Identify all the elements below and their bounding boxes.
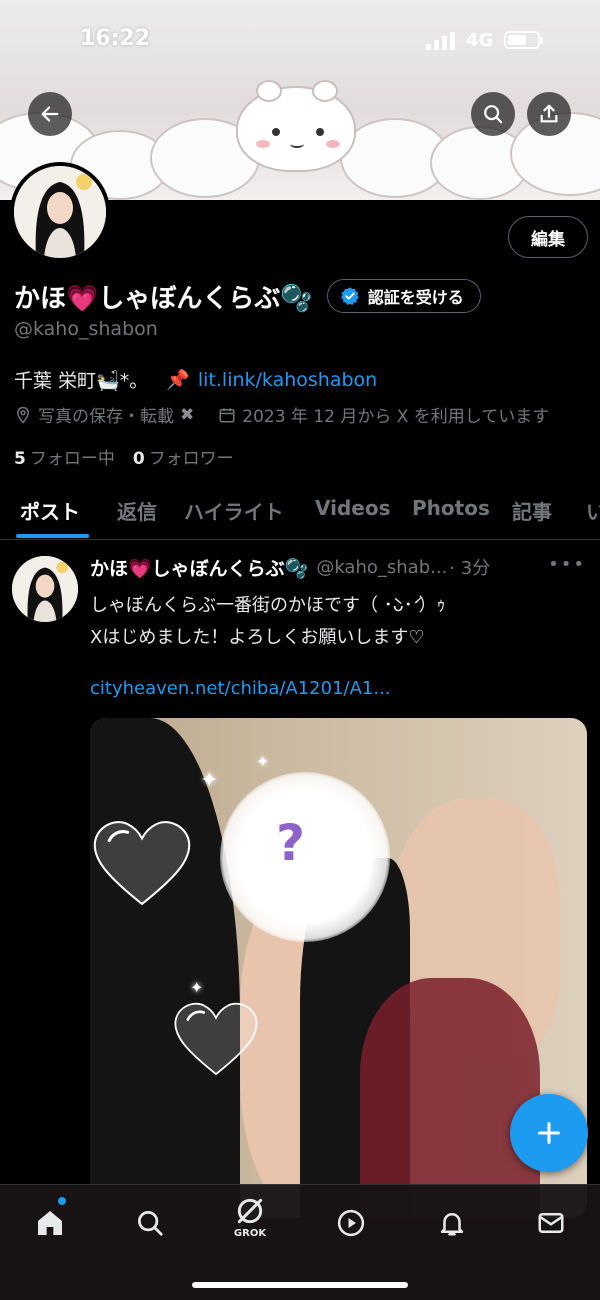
tab-videos[interactable]: Videos xyxy=(315,496,391,520)
post-text-line-2: Xはじめました！よろしくお願いします♡ xyxy=(90,627,425,648)
nav-video[interactable] xyxy=(329,1201,373,1245)
nav-explore[interactable] xyxy=(128,1201,172,1245)
grok-label: GROK xyxy=(233,1228,267,1239)
mail-icon xyxy=(538,1213,564,1233)
media-clothing xyxy=(360,978,540,1218)
back-button[interactable] xyxy=(28,92,72,136)
share-button[interactable] xyxy=(527,92,571,136)
search-icon xyxy=(484,105,503,124)
question-mark-overlay: ? xyxy=(276,814,306,872)
meta-joined: 2023 年 12 月から X を利用しています xyxy=(242,407,550,427)
explore-icon xyxy=(138,1211,163,1236)
post-avatar-image xyxy=(12,556,78,622)
bunny-illustration xyxy=(236,80,356,172)
status-bar: 16:22 4G xyxy=(0,0,600,80)
network-type: 4G xyxy=(466,30,494,51)
bell-icon xyxy=(440,1213,464,1236)
post-text: しゃぼんくらぶ一番街のかほです（ ･̀ᴗ･́ ）ｩ Xはじめました！よろしくお願… xyxy=(90,590,580,654)
more-icon[interactable]: ••• xyxy=(548,554,586,575)
notification-dot xyxy=(58,1197,66,1205)
calendar-icon xyxy=(219,407,235,422)
name-row: かほ💗しゃぼんくらぶ🫧 認証を受ける xyxy=(14,276,481,316)
play-icon xyxy=(337,1209,365,1237)
share-icon xyxy=(540,104,558,123)
edit-profile-button[interactable]: 編集 xyxy=(508,216,588,258)
display-name: かほ💗しゃぼんくらぶ🫧 xyxy=(14,283,313,314)
get-verified-button[interactable]: 認証を受ける xyxy=(326,279,481,313)
verified-badge-icon xyxy=(340,287,359,305)
nav-messages[interactable] xyxy=(529,1201,573,1245)
bio-text: 千葉 栄町🛀*。 xyxy=(14,370,149,392)
post-author-handle: @kaho_shab... xyxy=(316,556,448,578)
tab-photos[interactable]: Photos xyxy=(412,496,490,520)
active-tab-indicator xyxy=(16,534,89,538)
home-icon xyxy=(38,1211,62,1235)
battery-icon xyxy=(504,31,543,49)
tab-articles[interactable]: 記事 xyxy=(512,496,552,525)
post-avatar[interactable] xyxy=(12,556,78,622)
profile-handle: @kaho_shabon xyxy=(14,318,158,340)
profile-tabs: ポスト 返信 ハイライト Videos Photos 記事 い xyxy=(0,486,600,540)
profile-avatar[interactable] xyxy=(10,162,110,262)
cross-mark-icon: ✖ xyxy=(180,404,195,425)
heart-bubble-icon xyxy=(174,1002,258,1076)
meta-saving: 写真の保存・転載 xyxy=(38,407,174,427)
profile-bio: 千葉 栄町🛀*。 📌 lit.link/kahoshabon xyxy=(14,366,377,393)
avatar-image xyxy=(14,166,106,258)
grok-icon xyxy=(237,1198,263,1224)
home-indicator xyxy=(192,1282,408,1288)
bio-link[interactable]: lit.link/kahoshabon xyxy=(198,369,377,391)
nav-grok[interactable]: GROK xyxy=(228,1195,272,1239)
get-verified-label: 認証を受ける xyxy=(367,288,464,307)
tab-more[interactable]: い xyxy=(586,496,600,525)
post-header: かほ💗しゃぼんくらぶ🫧 @kaho_shab... · 3分 ••• xyxy=(90,552,590,582)
post-text-line-1: しゃぼんくらぶ一番街のかほです（ ･̀ᴗ･́ ）ｩ xyxy=(90,595,446,616)
search-button[interactable] xyxy=(471,92,515,136)
compose-icon xyxy=(538,1122,560,1144)
pin-icon: 📌 xyxy=(166,369,190,391)
nav-notifications[interactable] xyxy=(430,1201,474,1245)
tab-highlights[interactable]: ハイライト xyxy=(184,496,284,525)
followers-link[interactable]: 0 フォロワー xyxy=(133,444,234,469)
compose-button[interactable] xyxy=(510,1094,588,1172)
follow-stats: 5 フォロー中 0 フォロワー xyxy=(14,444,234,469)
profile-meta: 写真の保存・転載 ✖ 2023 年 12 月から X を利用しています xyxy=(14,402,549,427)
tab-replies[interactable]: 返信 xyxy=(117,496,157,525)
heart-bubble-icon xyxy=(93,821,191,906)
nav-home[interactable] xyxy=(28,1201,72,1245)
post-link[interactable]: cityheaven.net/chiba/A1201/A1... xyxy=(90,678,391,699)
signal-icon xyxy=(426,32,458,50)
sparkle-icon: ✦ xyxy=(256,752,270,771)
back-arrow-icon xyxy=(41,106,59,122)
tab-posts[interactable]: ポスト xyxy=(20,496,80,525)
following-link[interactable]: 5 フォロー中 xyxy=(14,444,115,469)
sparkle-icon: ✦ xyxy=(190,978,204,997)
sparkle-icon: ✦ xyxy=(200,768,219,793)
status-time: 16:22 xyxy=(80,26,151,51)
location-icon xyxy=(16,406,30,424)
post-time: · 3分 xyxy=(449,558,491,579)
post-author-name[interactable]: かほ💗しゃぼんくらぶ🫧 xyxy=(90,554,308,581)
media-hair-left xyxy=(90,718,240,1218)
